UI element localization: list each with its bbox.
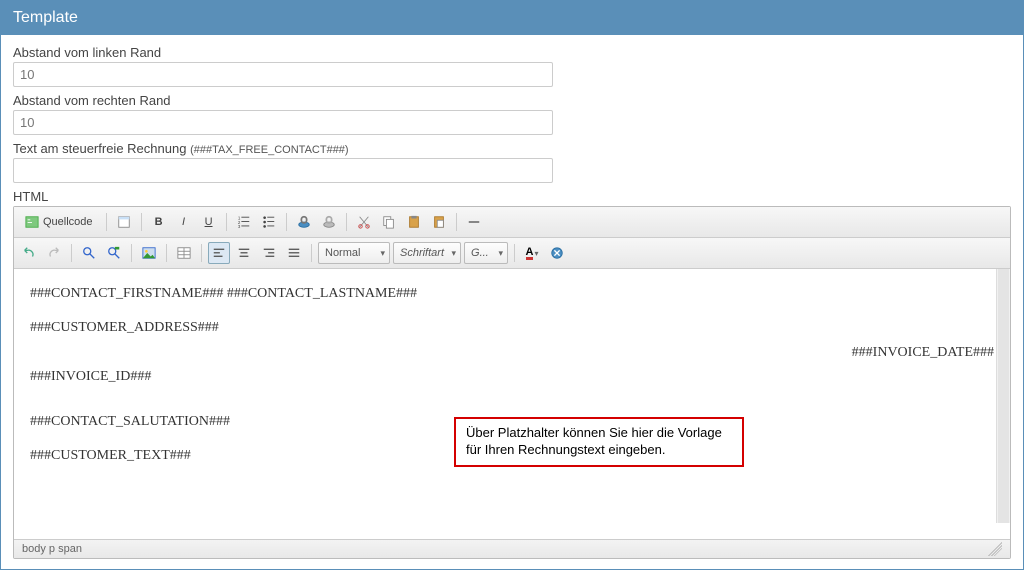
template-placeholder-line: ###CUSTOMER_ADDRESS### — [30, 317, 994, 339]
redo-icon — [47, 246, 61, 260]
bold-button[interactable]: B — [148, 211, 170, 233]
source-button[interactable]: Quellcode — [18, 211, 100, 233]
underline-button[interactable]: U — [198, 211, 220, 233]
cut-icon — [357, 215, 371, 229]
source-button-label: Quellcode — [43, 216, 93, 228]
image-icon — [142, 246, 156, 260]
format-select[interactable]: Normal — [318, 242, 390, 264]
paste-icon — [407, 215, 421, 229]
redo-button[interactable] — [43, 242, 65, 264]
unordered-list-button[interactable] — [258, 211, 280, 233]
font-select-label: Schriftart — [400, 247, 444, 259]
editor-footer: body p span — [14, 539, 1010, 558]
tax-free-input[interactable] — [13, 158, 553, 183]
size-select-label: G... — [471, 247, 489, 259]
align-center-icon — [237, 246, 251, 260]
template-placeholder-line: ###CONTACT_FIRSTNAME### ###CONTACT_LASTN… — [30, 283, 994, 305]
template-placeholder-line: ###INVOICE_ID### — [30, 366, 994, 388]
align-right-icon — [262, 246, 276, 260]
italic-icon: I — [182, 216, 185, 228]
toolbar-separator — [226, 213, 227, 231]
link-button[interactable] — [293, 211, 315, 233]
template-panel: Template Abstand vom linken Rand Abstand… — [0, 0, 1024, 570]
html-editor: Quellcode B I U 123 — [13, 206, 1011, 559]
template-placeholder-line: ###INVOICE_DATE### — [30, 342, 994, 364]
paste-text-button[interactable] — [428, 211, 450, 233]
size-select[interactable]: G... — [464, 242, 508, 264]
collapse-button[interactable] — [463, 211, 485, 233]
editor-scroll-thumb[interactable] — [998, 269, 1009, 523]
table-button[interactable] — [173, 242, 195, 264]
panel-body: Abstand vom linken Rand Abstand vom rech… — [1, 35, 1023, 569]
toolbar-separator — [311, 244, 312, 262]
toolbar-separator — [201, 244, 202, 262]
ordered-list-button[interactable]: 123 — [233, 211, 255, 233]
unordered-list-icon — [262, 215, 276, 229]
underline-icon: U — [205, 216, 213, 228]
tax-free-label-text: Text am steuerfreie Rechnung — [13, 141, 186, 156]
bold-icon: B — [155, 216, 163, 228]
tax-free-hint: (###TAX_FREE_CONTACT###) — [190, 144, 349, 156]
find-icon — [82, 246, 96, 260]
align-justify-icon — [287, 246, 301, 260]
format-select-label: Normal — [325, 247, 360, 259]
editor-toolbar-row-2: Normal Schriftart G... A▾ — [14, 238, 1010, 269]
tax-free-label: Text am steuerfreie Rechnung (###TAX_FRE… — [13, 141, 1011, 156]
text-color-button[interactable]: A▾ — [521, 242, 543, 264]
editor-content-wrap: ###CONTACT_FIRSTNAME### ###CONTACT_LASTN… — [14, 269, 1010, 539]
toolbar-separator — [131, 244, 132, 262]
templates-button[interactable] — [113, 211, 135, 233]
toolbar-separator — [286, 213, 287, 231]
right-margin-input[interactable] — [13, 110, 553, 135]
panel-title: Template — [1, 1, 1023, 35]
align-left-button[interactable] — [208, 242, 230, 264]
text-color-icon: A — [526, 247, 534, 260]
copy-icon — [382, 215, 396, 229]
toolbar-separator — [346, 213, 347, 231]
editor-content-area[interactable]: ###CONTACT_FIRSTNAME### ###CONTACT_LASTN… — [14, 269, 1010, 539]
maximize-icon — [550, 246, 564, 260]
editor-element-path[interactable]: body p span — [22, 543, 82, 555]
resize-grip[interactable] — [988, 542, 1002, 556]
toolbar-separator — [141, 213, 142, 231]
source-icon — [25, 215, 39, 229]
undo-icon — [22, 246, 36, 260]
templates-icon — [117, 215, 131, 229]
maximize-button[interactable] — [546, 242, 568, 264]
left-margin-label: Abstand vom linken Rand — [13, 45, 1011, 60]
toolbar-separator — [456, 213, 457, 231]
editor-scrollbar[interactable] — [996, 269, 1010, 523]
html-label: HTML — [13, 189, 1011, 204]
copy-button[interactable] — [378, 211, 400, 233]
toolbar-separator — [106, 213, 107, 231]
align-left-icon — [212, 246, 226, 260]
toolbar-separator — [166, 244, 167, 262]
svg-text:3: 3 — [237, 224, 240, 229]
cut-button[interactable] — [353, 211, 375, 233]
editor-toolbar-row-1: Quellcode B I U 123 — [14, 207, 1010, 238]
align-justify-button[interactable] — [283, 242, 305, 264]
align-right-button[interactable] — [258, 242, 280, 264]
right-margin-label: Abstand vom rechten Rand — [13, 93, 1011, 108]
undo-button[interactable] — [18, 242, 40, 264]
paste-text-icon — [432, 215, 446, 229]
replace-button[interactable] — [103, 242, 125, 264]
table-icon — [177, 246, 191, 260]
ordered-list-icon: 123 — [237, 215, 251, 229]
italic-button[interactable]: I — [173, 211, 195, 233]
font-select[interactable]: Schriftart — [393, 242, 461, 264]
collapse-icon — [467, 215, 481, 229]
left-margin-input[interactable] — [13, 62, 553, 87]
find-button[interactable] — [78, 242, 100, 264]
replace-icon — [107, 246, 121, 260]
unlink-icon — [322, 215, 336, 229]
toolbar-separator — [71, 244, 72, 262]
paste-button[interactable] — [403, 211, 425, 233]
link-icon — [297, 215, 311, 229]
image-button[interactable] — [138, 242, 160, 264]
align-center-button[interactable] — [233, 242, 255, 264]
toolbar-separator — [514, 244, 515, 262]
annotation-callout: Über Platzhalter können Sie hier die Vor… — [454, 417, 744, 467]
unlink-button[interactable] — [318, 211, 340, 233]
